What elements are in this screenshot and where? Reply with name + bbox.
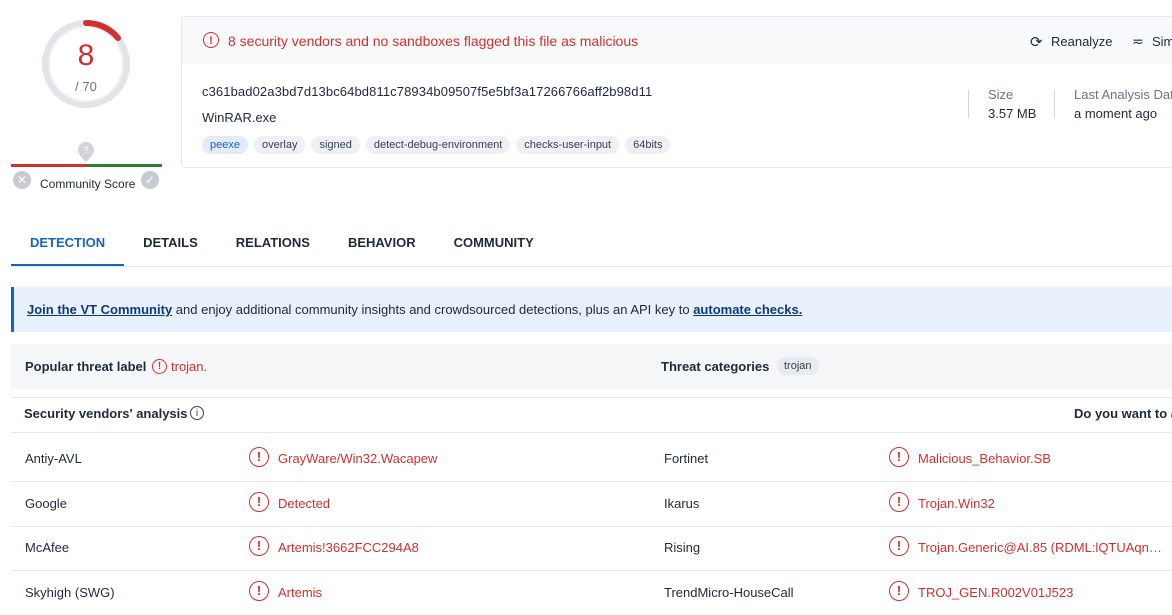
alert-icon: ! (249, 581, 269, 601)
vendor-result: Trojan.Win32 (918, 496, 995, 511)
vendor-name: McAfee (25, 540, 70, 555)
alert-icon: ! (249, 447, 269, 467)
tag[interactable]: signed (311, 136, 360, 154)
divider (11, 432, 1172, 433)
file-name: WinRAR.exe (202, 110, 277, 125)
banner-message: and enjoy additional community insights … (172, 302, 694, 317)
popular-threat-value[interactable]: trojan. (171, 359, 207, 374)
alert-icon: ! (249, 492, 269, 512)
detection-count: 8 (77, 39, 95, 72)
table-row: McAfee ! Artemis!3662FCC294A8 Rising ! T… (11, 526, 1172, 571)
tag[interactable]: peexe (202, 136, 248, 154)
tab-relations[interactable]: RELATIONS (217, 230, 329, 264)
banner-text: Join the VT Community and enjoy addition… (27, 302, 802, 317)
file-hash: c361bad02a3bd7d13bc64bd811c78934b09507f5… (202, 84, 653, 99)
size-value: 3.57 MB (988, 106, 1037, 121)
vendor-result: Artemis!3662FCC294A8 (278, 540, 419, 555)
info-icon[interactable]: i (190, 406, 204, 420)
threat-categories-label: Threat categories (661, 359, 770, 374)
tab-detection[interactable]: DETECTION (11, 230, 125, 267)
tag[interactable]: checks-user-input (516, 136, 620, 154)
tab-bar: DETECTION DETAILS RELATIONS BEHAVIOR COM… (11, 230, 553, 267)
community-score-label: Community Score (40, 177, 136, 191)
upvote-icon[interactable]: ✓ (141, 171, 159, 189)
table-row: Skyhigh (SWG) ! Artemis TrendMicro-House… (11, 571, 1172, 615)
detection-total: / 70 (75, 79, 97, 94)
similar-icon[interactable]: ≂ (1132, 33, 1144, 50)
vendors-analysis-title: Security vendors' analysis (24, 406, 188, 421)
alert-icon: ! (889, 581, 909, 601)
tag[interactable]: detect-debug-environment (365, 136, 511, 154)
last-analysis-value: a moment ago (1074, 106, 1158, 121)
vendor-name: Google (25, 496, 67, 511)
alert-icon: ! (152, 359, 167, 374)
threat-category-tag[interactable]: trojan (777, 357, 819, 375)
tag[interactable]: 64bits (625, 136, 671, 154)
last-analysis-label: Last Analysis Dat (1074, 87, 1172, 102)
vendor-result: Artemis (278, 585, 323, 600)
join-community-link[interactable]: Join the VT Community (27, 302, 172, 317)
location-pin-icon: ? (78, 142, 94, 162)
tab-details[interactable]: DETAILS (124, 230, 217, 264)
vendors-analysis-prompt: Do you want to a (1074, 406, 1172, 421)
table-row: Google ! Detected Ikarus ! Trojan.Win32 (11, 482, 1172, 527)
similar-button[interactable]: Sim (1152, 34, 1172, 49)
alert-icon: ! (203, 32, 219, 48)
downvote-icon[interactable]: ✕ (13, 171, 31, 189)
divider (1054, 90, 1055, 118)
detection-alert: 8 security vendors and no sandboxes flag… (228, 33, 639, 49)
vendor-result: Malicious_Behavior.SB (918, 451, 1051, 466)
alert-icon: ! (889, 447, 909, 467)
vendor-name: Fortinet (664, 451, 709, 466)
divider (11, 397, 1172, 398)
tab-behavior[interactable]: BEHAVIOR (329, 230, 435, 264)
alert-icon: ! (889, 536, 909, 556)
vendor-name: Antiy-AVL (25, 451, 82, 466)
vendor-result: TROJ_GEN.R002V01J523 (918, 585, 1074, 600)
vendor-result: Trojan.Generic@AI.85 (RDML:lQTUAqnO... (918, 540, 1168, 555)
vendor-name: Skyhigh (SWG) (25, 585, 115, 600)
vendor-result: Detected (278, 496, 331, 511)
tag[interactable]: overlay (253, 136, 306, 154)
reanalyze-button[interactable]: Reanalyze (1051, 34, 1112, 49)
svg-text:?: ? (83, 145, 88, 155)
refresh-icon[interactable]: ⟳ (1030, 33, 1043, 51)
tabs-divider (11, 266, 1172, 267)
divider (968, 90, 969, 118)
size-label: Size (988, 87, 1014, 102)
popular-threat-label: Popular threat label (25, 359, 147, 374)
vendor-name: Ikarus (664, 496, 700, 511)
vendor-name: Rising (664, 540, 701, 555)
vendor-result: GrayWare/Win32.Wacapew (278, 451, 438, 466)
community-score-bar (11, 164, 162, 167)
alert-icon: ! (889, 492, 909, 512)
table-row: Antiy-AVL ! GrayWare/Win32.Wacapew Forti… (11, 437, 1172, 482)
automate-checks-link[interactable]: automate checks. (693, 302, 802, 317)
file-tags: peexe overlay signed detect-debug-enviro… (202, 136, 671, 154)
alert-icon: ! (249, 536, 269, 556)
vendor-name: TrendMicro-HouseCall (664, 585, 794, 600)
tab-community[interactable]: COMMUNITY (435, 230, 553, 264)
